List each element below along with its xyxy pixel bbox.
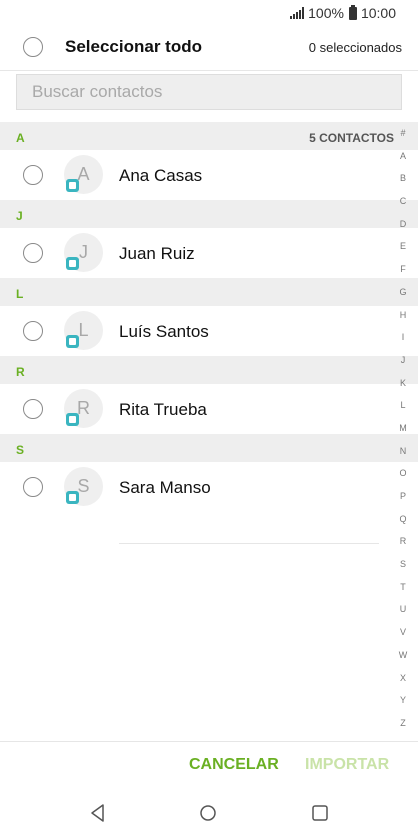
contact-row-juan-ruiz[interactable]: J Juan Ruiz xyxy=(0,228,418,278)
index-letter[interactable]: R xyxy=(396,530,410,553)
index-letter[interactable]: M xyxy=(396,417,410,440)
index-letter[interactable]: N xyxy=(396,440,410,463)
index-letter[interactable]: X xyxy=(396,667,410,690)
contact-radio[interactable] xyxy=(23,399,43,419)
index-letter[interactable]: K xyxy=(396,372,410,395)
cancel-button[interactable]: CANCELAR xyxy=(189,756,279,774)
contact-radio[interactable] xyxy=(23,243,43,263)
selected-count: 0 seleccionados xyxy=(308,40,402,55)
select-all-row[interactable]: Seleccionar todo 0 seleccionados xyxy=(0,26,418,70)
contact-radio[interactable] xyxy=(23,165,43,185)
clock: 10:00 xyxy=(360,5,396,21)
alphabet-index[interactable]: # A B C D E F G H I J K L M N O P Q R S T U V W X Y Z xyxy=(396,122,410,735)
action-bar: CANCELAR IMPORTAR xyxy=(0,741,418,791)
contact-row-rita-trueba[interactable]: R Rita Trueba xyxy=(0,384,418,434)
index-letter[interactable]: U xyxy=(396,598,410,621)
contact-row-luis-santos[interactable]: L Luís Santos xyxy=(0,306,418,356)
contact-name[interactable]: Juan Ruiz xyxy=(119,244,195,264)
account-badge-icon xyxy=(66,179,79,192)
index-letter[interactable]: O xyxy=(396,462,410,485)
status-bar: 100% 10:00 xyxy=(0,0,418,26)
recents-icon[interactable] xyxy=(308,801,332,825)
section-header-s: S xyxy=(0,434,418,462)
contact-name[interactable]: Sara Manso xyxy=(119,478,211,498)
status-indicators: 100% 10:00 xyxy=(290,4,396,21)
contact-name[interactable]: Luís Santos xyxy=(119,322,209,342)
account-badge-icon xyxy=(66,335,79,348)
account-badge-icon xyxy=(66,491,79,504)
contact-row-sara-manso[interactable]: S Sara Manso xyxy=(0,462,418,512)
search-box[interactable]: Buscar contactos xyxy=(16,74,402,110)
section-letter: A xyxy=(16,131,25,145)
contact-name[interactable]: Ana Casas xyxy=(119,166,202,186)
select-all-radio[interactable] xyxy=(23,37,43,57)
signal-icon xyxy=(290,7,305,19)
index-letter[interactable]: J xyxy=(396,349,410,372)
divider xyxy=(119,543,379,544)
index-letter[interactable]: H xyxy=(396,304,410,327)
index-letter[interactable]: T xyxy=(396,576,410,599)
section-header-a: A 5 CONTACTOS xyxy=(0,122,418,150)
home-icon[interactable] xyxy=(196,801,220,825)
index-letter[interactable]: L xyxy=(396,394,410,417)
back-icon[interactable] xyxy=(86,801,110,825)
section-header-j: J xyxy=(0,200,418,228)
index-letter[interactable]: G xyxy=(396,281,410,304)
battery-percent: 100% xyxy=(308,5,344,21)
account-badge-icon xyxy=(66,257,79,270)
index-letter[interactable]: Z xyxy=(396,712,410,735)
index-letter[interactable]: C xyxy=(396,190,410,213)
index-letter[interactable]: A xyxy=(396,145,410,168)
index-letter[interactable]: B xyxy=(396,167,410,190)
contact-name[interactable]: Rita Trueba xyxy=(119,400,207,420)
index-letter[interactable]: F xyxy=(396,258,410,281)
index-letter[interactable]: W xyxy=(396,644,410,667)
section-letter: L xyxy=(16,287,24,301)
section-letter: J xyxy=(16,209,23,223)
index-letter[interactable]: P xyxy=(396,485,410,508)
index-letter[interactable]: S xyxy=(396,553,410,576)
contact-radio[interactable] xyxy=(23,477,43,497)
section-header-r: R xyxy=(0,356,418,384)
index-letter[interactable]: D xyxy=(396,213,410,236)
index-letter[interactable]: E xyxy=(396,235,410,258)
section-letter: S xyxy=(16,443,25,457)
select-all-label[interactable]: Seleccionar todo xyxy=(65,37,202,57)
divider xyxy=(0,70,418,71)
index-letter[interactable]: I xyxy=(396,326,410,349)
index-letter[interactable]: V xyxy=(396,621,410,644)
search-input[interactable]: Buscar contactos xyxy=(32,82,162,102)
contact-row-ana-casas[interactable]: A Ana Casas xyxy=(0,150,418,200)
contact-list: A 5 CONTACTOS A Ana Casas J J Juan Ruiz … xyxy=(0,122,418,512)
account-badge-icon xyxy=(66,413,79,426)
import-button[interactable]: IMPORTAR xyxy=(305,756,389,774)
battery-icon xyxy=(348,4,357,20)
navigation-bar xyxy=(0,791,418,836)
index-letter[interactable]: Y xyxy=(396,689,410,712)
section-letter: R xyxy=(16,365,25,379)
contact-radio[interactable] xyxy=(23,321,43,341)
index-letter[interactable]: # xyxy=(396,122,410,145)
section-header-l: L xyxy=(0,278,418,306)
index-letter[interactable]: Q xyxy=(396,508,410,531)
contact-total: 5 CONTACTOS xyxy=(309,131,394,145)
